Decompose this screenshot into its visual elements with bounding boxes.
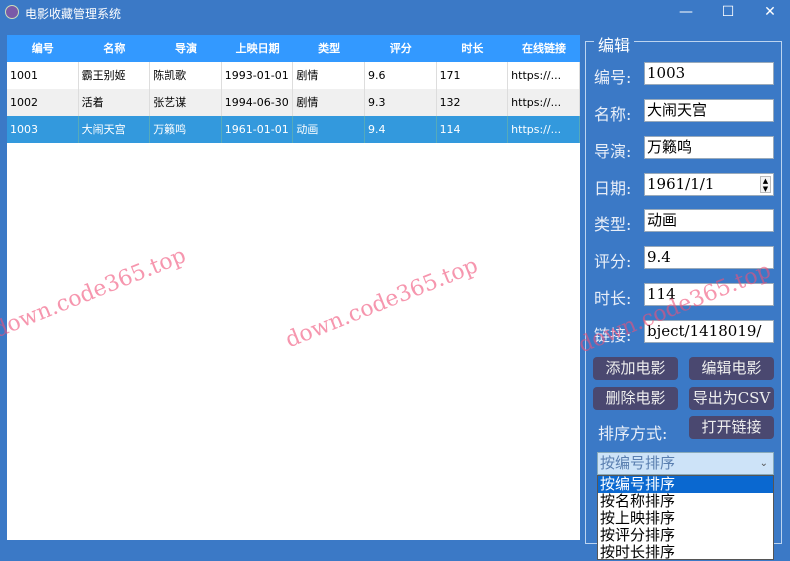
date-picker[interactable]: 1961/1/1 ▲▼: [644, 173, 774, 196]
column-header[interactable]: 导演: [150, 35, 222, 62]
cell: 1002: [7, 89, 79, 116]
sort-option[interactable]: 按评分排序: [598, 527, 773, 544]
id-label: 编号:: [594, 64, 631, 88]
table-header: 编号 名称 导演 上映日期 类型 评分 时长 在线链接: [7, 35, 580, 62]
column-header[interactable]: 在线链接: [508, 35, 580, 62]
cell: 171: [437, 62, 509, 89]
cell: 动画: [293, 116, 365, 143]
sort-option[interactable]: 按编号排序: [598, 476, 773, 493]
cell: 132: [437, 89, 509, 116]
close-button[interactable]: ✕: [748, 0, 790, 24]
director-input[interactable]: 万籁鸣: [644, 136, 774, 159]
cell: 霸王别姬: [79, 62, 151, 89]
export-csv-button[interactable]: 导出为CSV: [689, 387, 774, 410]
add-movie-button[interactable]: 添加电影: [593, 357, 678, 380]
column-header[interactable]: 类型: [293, 35, 365, 62]
id-input[interactable]: 1003: [644, 62, 774, 85]
column-header[interactable]: 上映日期: [222, 35, 294, 62]
cell: 114: [437, 116, 509, 143]
genre-label: 类型:: [594, 211, 631, 235]
sort-dropdown-list[interactable]: 按编号排序 按名称排序 按上映排序 按评分排序 按时长排序: [597, 475, 774, 560]
cell: https://...: [508, 116, 580, 143]
cell: 1993-01-01: [222, 62, 294, 89]
cell: 1961-01-01: [222, 116, 294, 143]
window-title: 电影收藏管理系统: [25, 5, 121, 22]
date-value: 1961/1/1: [647, 175, 714, 193]
title-bar: 电影收藏管理系统 — ☐ ✕: [0, 0, 790, 26]
cell: 陈凯歌: [150, 62, 222, 89]
date-spinner[interactable]: ▲▼: [760, 176, 771, 193]
edit-movie-button[interactable]: 编辑电影: [689, 357, 774, 380]
table-row-selected[interactable]: 1003大闹天宫万籁鸣1961-01-01动画9.4114https://...: [7, 116, 580, 143]
director-label: 导演:: [594, 138, 631, 162]
cell: 9.4: [365, 116, 437, 143]
table-row[interactable]: 1001霸王别姬陈凯歌1993-01-01剧情9.6171https://...: [7, 62, 580, 89]
table-row[interactable]: 1002活着张艺谋1994-06-30剧情9.3132https://...: [7, 89, 580, 116]
column-header[interactable]: 名称: [79, 35, 151, 62]
cell: 张艺谋: [150, 89, 222, 116]
column-header[interactable]: 时长: [437, 35, 509, 62]
cell: 9.3: [365, 89, 437, 116]
genre-input[interactable]: 动画: [644, 209, 774, 232]
open-link-button[interactable]: 打开链接: [689, 416, 774, 439]
name-label: 名称:: [594, 101, 631, 125]
cell: 9.6: [365, 62, 437, 89]
name-input[interactable]: 大闹天宫: [644, 99, 774, 122]
column-header[interactable]: 编号: [7, 35, 79, 62]
cell: 剧情: [293, 89, 365, 116]
date-label: 日期:: [594, 175, 631, 199]
cell: 1994-06-30: [222, 89, 294, 116]
cell: 1003: [7, 116, 79, 143]
column-header[interactable]: 评分: [365, 35, 437, 62]
cell: 大闹天宫: [79, 116, 151, 143]
duration-input[interactable]: 114: [644, 283, 774, 306]
delete-movie-button[interactable]: 删除电影: [593, 387, 678, 410]
cell: 剧情: [293, 62, 365, 89]
sort-selected: 按编号排序: [600, 454, 675, 472]
sort-option[interactable]: 按上映排序: [598, 510, 773, 527]
cell: 万籁鸣: [150, 116, 222, 143]
cell: 1001: [7, 62, 79, 89]
sort-combobox[interactable]: 按编号排序 ⌄: [597, 452, 774, 475]
cell: https://...: [508, 89, 580, 116]
cell: 活着: [79, 89, 151, 116]
sort-option[interactable]: 按时长排序: [598, 544, 773, 561]
rating-input[interactable]: 9.4: [644, 246, 774, 269]
edit-legend: 编辑: [594, 32, 634, 56]
sort-option[interactable]: 按名称排序: [598, 493, 773, 510]
sort-label: 排序方式:: [598, 420, 667, 444]
rating-label: 评分:: [594, 248, 631, 272]
cell: https://...: [508, 62, 580, 89]
maximize-button[interactable]: ☐: [706, 0, 750, 24]
movie-table[interactable]: 编号 名称 导演 上映日期 类型 评分 时长 在线链接 1001霸王别姬陈凯歌1…: [7, 35, 580, 540]
link-label: 链接:: [594, 322, 631, 346]
chevron-down-icon: ⌄: [760, 453, 768, 474]
link-input[interactable]: bject/1418019/: [644, 320, 774, 343]
duration-label: 时长:: [594, 285, 631, 309]
minimize-button[interactable]: —: [664, 0, 708, 24]
app-icon: [5, 5, 19, 19]
